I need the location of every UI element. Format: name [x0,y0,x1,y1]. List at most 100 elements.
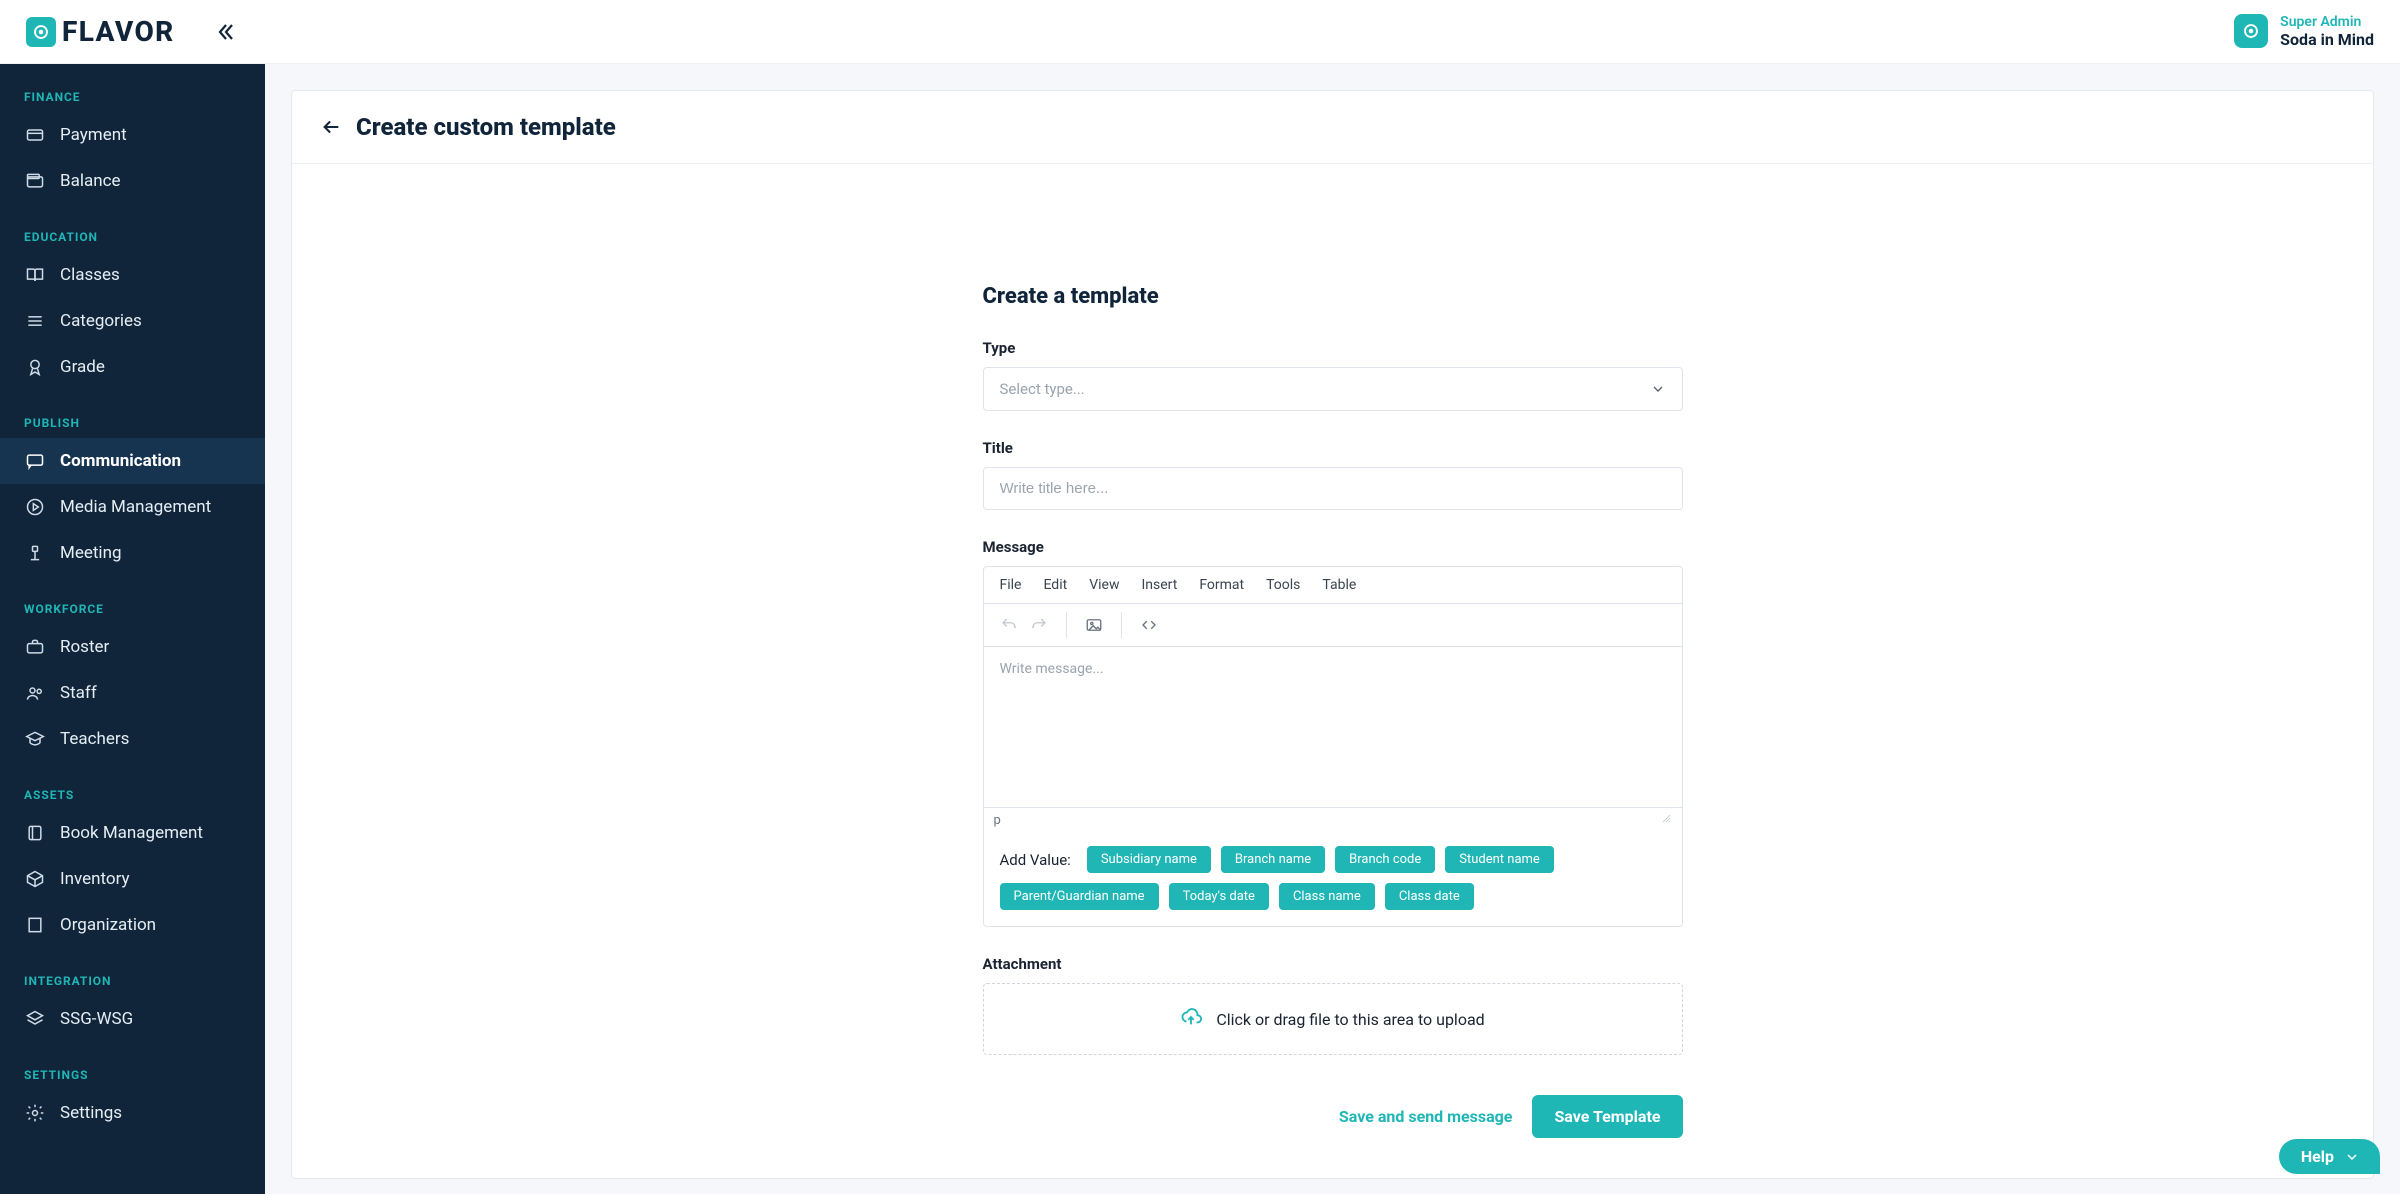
sidebar-item-settings[interactable]: Settings [0,1090,265,1136]
redo-button[interactable] [1024,610,1054,640]
sidebar-item-roster[interactable]: Roster [0,624,265,670]
sidebar-item-grade[interactable]: Grade [0,344,265,390]
editor-menu-format[interactable]: Format [1199,577,1244,593]
sidebar-item-inventory[interactable]: Inventory [0,856,265,902]
sidebar-item-label: Categories [60,311,142,331]
title-input[interactable] [983,467,1683,510]
topbar: FLAVOR Super Admin Soda in Mind [0,0,2400,64]
sidebar-item-classes[interactable]: Classes [0,252,265,298]
briefcase-icon [24,636,46,658]
sidebar-item-balance[interactable]: Balance [0,158,265,204]
nav-section-publish: PUBLISH [0,390,265,438]
source-code-button[interactable] [1134,610,1164,640]
chip-subsidiary-name[interactable]: Subsidiary name [1087,846,1211,873]
field-message: Message File Edit View Insert Format Too… [983,538,1683,927]
book-open-icon [24,264,46,286]
title-label: Title [983,439,1683,457]
sidebar-item-communication[interactable]: Communication [0,438,265,484]
sidebar-item-label: Grade [60,357,105,377]
field-title: Title [983,439,1683,510]
sidebar-item-label: Classes [60,265,120,285]
nav-section-education: EDUCATION [0,204,265,252]
sidebar-item-categories[interactable]: Categories [0,298,265,344]
sidebar-item-label: Settings [60,1103,122,1123]
toolbar-separator [1066,612,1067,638]
nav-section-finance: FINANCE [0,64,265,112]
podium-icon [24,542,46,564]
editor-menu-table[interactable]: Table [1322,577,1356,593]
cloud-upload-icon [1180,1006,1202,1032]
sidebar-item-label: Roster [60,637,109,657]
building-icon [24,914,46,936]
chevron-down-icon [2344,1149,2360,1165]
upload-hint: Click or drag file to this area to uploa… [1216,1010,1484,1029]
resize-handle-icon[interactable] [1660,812,1672,828]
user-menu[interactable]: Super Admin Soda in Mind [2234,14,2374,50]
sidebar-item-teachers[interactable]: Teachers [0,716,265,762]
sidebar-item-label: Staff [60,683,97,703]
video-icon [24,496,46,518]
sidebar-item-media-management[interactable]: Media Management [0,484,265,530]
user-avatar-icon [2234,14,2268,48]
chip-class-name[interactable]: Class name [1279,883,1375,910]
sidebar-item-staff[interactable]: Staff [0,670,265,716]
sidebar-item-label: Meeting [60,543,122,563]
type-label: Type [983,339,1683,357]
chip-branch-name[interactable]: Branch name [1221,846,1325,873]
field-type: Type Select type... [983,339,1683,411]
sidebar-item-ssg-wsg[interactable]: SSG-WSG [0,996,265,1042]
upload-dropzone[interactable]: Click or drag file to this area to uploa… [983,983,1683,1055]
chip-class-date[interactable]: Class date [1385,883,1474,910]
back-button[interactable] [320,116,342,138]
sidebar-item-meeting[interactable]: Meeting [0,530,265,576]
sidebar-item-organization[interactable]: Organization [0,902,265,948]
editor-menu-edit[interactable]: Edit [1043,577,1067,593]
chip-branch-code[interactable]: Branch code [1335,846,1435,873]
credit-card-icon [24,124,46,146]
nav-section-assets: ASSETS [0,762,265,810]
editor-menu-file[interactable]: File [1000,577,1022,593]
type-placeholder: Select type... [1000,380,1085,398]
undo-button[interactable] [994,610,1024,640]
chip-parent-guardian-name[interactable]: Parent/Guardian name [1000,883,1159,910]
sidebar-collapse-button[interactable] [213,20,237,44]
template-form: Create a template Type Select type... Ti… [983,284,1683,1138]
brand-logo[interactable]: FLAVOR [26,15,175,48]
save-template-button[interactable]: Save Template [1532,1095,1682,1138]
nav-section-settings: SETTINGS [0,1042,265,1090]
user-role: Super Admin [2280,14,2374,31]
sidebar-item-label: Media Management [60,497,211,517]
add-value-label: Add Value: [1000,851,1071,869]
wallet-icon [24,170,46,192]
sidebar-item-label: Teachers [60,729,129,749]
box-icon [24,868,46,890]
editor-statusbar: p [984,807,1682,832]
chip-todays-date[interactable]: Today's date [1169,883,1269,910]
sidebar-item-book-management[interactable]: Book Management [0,810,265,856]
help-button[interactable]: Help [2279,1139,2380,1174]
add-value-row: Add Value: Subsidiary name Branch name B… [984,832,1682,926]
brand-mark-icon [26,17,56,47]
sidebar-item-payment[interactable]: Payment [0,112,265,158]
chip-student-name[interactable]: Student name [1445,846,1554,873]
rich-text-editor: File Edit View Insert Format Tools Table [983,566,1683,927]
sidebar-item-label: Organization [60,915,156,935]
nav-section-workforce: WORKFORCE [0,576,265,624]
editor-menu-view[interactable]: View [1089,577,1119,593]
user-name: Soda in Mind [2280,30,2374,49]
sidebar-item-label: Inventory [60,869,130,889]
content-card: Create custom template Create a template… [291,90,2374,1179]
editor-menubar: File Edit View Insert Format Tools Table [984,567,1682,604]
form-heading: Create a template [983,284,1683,309]
nav-section-integration: INTEGRATION [0,948,265,996]
message-textarea[interactable]: Write message... [984,647,1682,807]
insert-image-button[interactable] [1079,610,1109,640]
save-and-send-button[interactable]: Save and send message [1339,1107,1513,1126]
editor-menu-tools[interactable]: Tools [1266,577,1300,593]
users-icon [24,682,46,704]
form-actions: Save and send message Save Template [983,1095,1683,1138]
type-select[interactable]: Select type... [983,367,1683,411]
editor-menu-insert[interactable]: Insert [1141,577,1177,593]
gear-icon [24,1102,46,1124]
chevron-down-icon [1650,381,1666,397]
